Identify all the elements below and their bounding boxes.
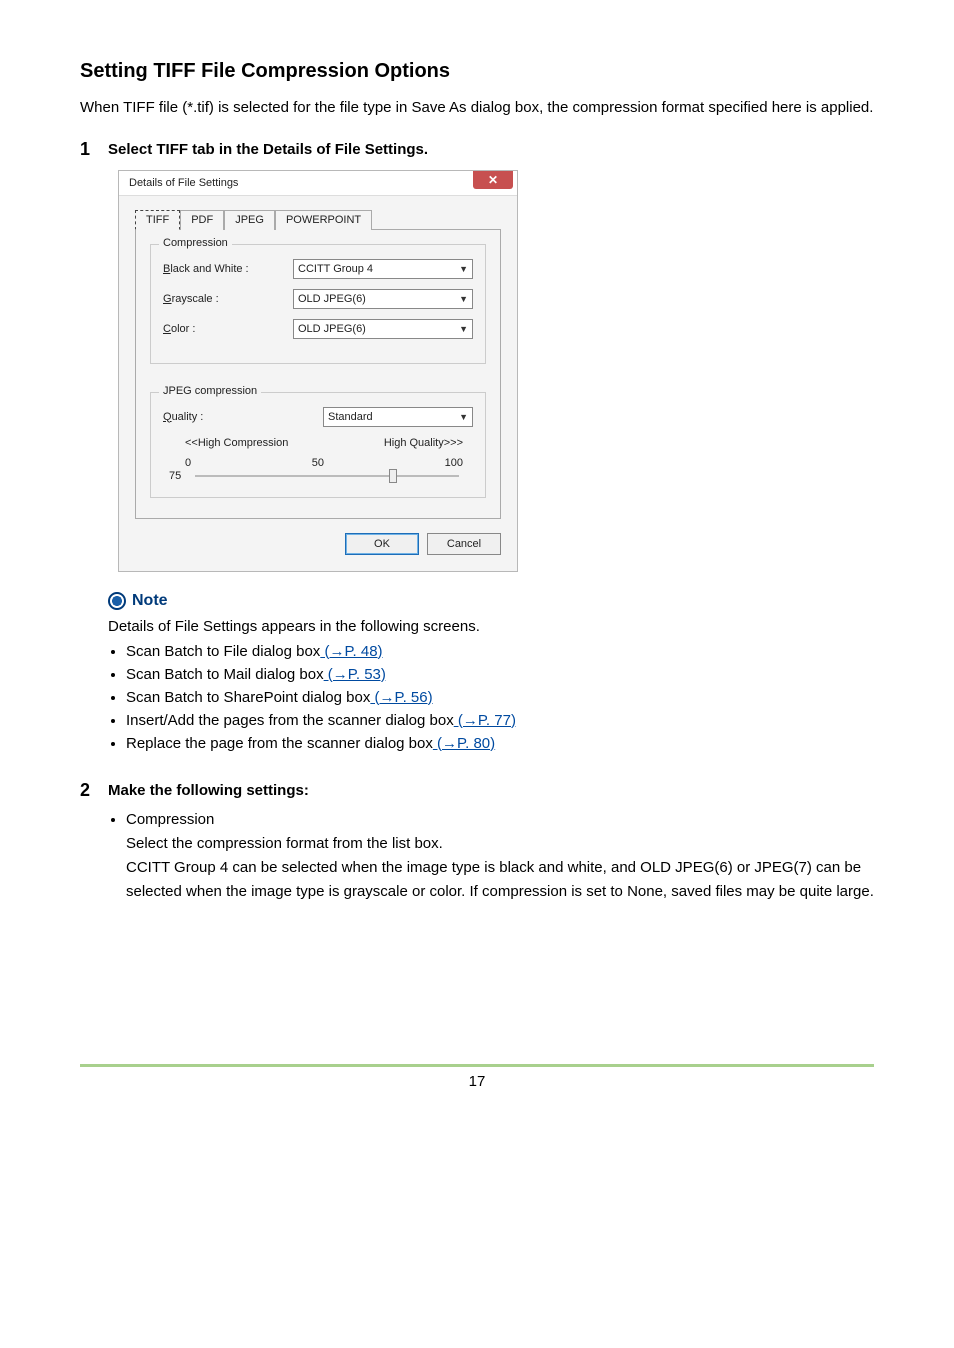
page-link[interactable]: (→P. 80) <box>433 735 495 752</box>
ok-button[interactable]: OK <box>345 533 419 555</box>
dropdown-arrow-icon: ▼ <box>459 264 468 274</box>
scale-50: 50 <box>312 457 324 469</box>
dropdown-arrow-icon: ▼ <box>459 294 468 304</box>
note-list: Scan Batch to File dialog box (→P. 48) S… <box>126 643 874 752</box>
compression-desc-1: Select the compression format from the l… <box>126 832 874 856</box>
step-2-number: 2 <box>80 780 108 801</box>
step-1-number: 1 <box>80 139 108 160</box>
color-select[interactable]: OLD JPEG(6) ▼ <box>293 319 473 339</box>
bw-select[interactable]: CCITT Group 4 ▼ <box>293 259 473 279</box>
color-select-value: OLD JPEG(6) <box>298 323 366 335</box>
gs-select-value: OLD JPEG(6) <box>298 293 366 305</box>
quality-select-value: Standard <box>328 411 373 423</box>
scale-0: 0 <box>185 457 191 469</box>
note-label: Note <box>132 592 168 610</box>
close-button[interactable]: ✕ <box>473 171 513 189</box>
hint-high-compression: <<High Compression <box>185 437 288 449</box>
slider-thumb[interactable] <box>389 469 397 483</box>
dialog-details-file-settings: Details of File Settings ✕ TIFF PDF JPEG… <box>118 170 518 572</box>
color-label: Color : <box>163 323 293 335</box>
intro-paragraph: When TIFF file (*.tif) is selected for t… <box>80 95 874 121</box>
list-item: Scan Batch to Mail dialog box (→P. 53) <box>126 666 874 683</box>
tab-pdf[interactable]: PDF <box>180 210 224 230</box>
list-item: Scan Batch to File dialog box (→P. 48) <box>126 643 874 660</box>
group-compression-legend: Compression <box>159 237 232 249</box>
list-item: Insert/Add the pages from the scanner di… <box>126 712 874 729</box>
page-link[interactable]: (→P. 48) <box>320 643 382 660</box>
page-heading: Setting TIFF File Compression Options <box>80 60 874 83</box>
page-link[interactable]: (→P. 56) <box>370 689 432 706</box>
bw-select-value: CCITT Group 4 <box>298 263 373 275</box>
quality-select[interactable]: Standard ▼ <box>323 407 473 427</box>
page-link[interactable]: (→P. 53) <box>324 666 386 683</box>
page-link[interactable]: (→P. 77) <box>454 712 516 729</box>
hint-high-quality: High Quality>>> <box>384 437 463 449</box>
compression-bullet: Compression <box>126 811 874 828</box>
group-jpeg-legend: JPEG compression <box>159 385 261 397</box>
note-text: Details of File Settings appears in the … <box>108 618 874 635</box>
page-number: 17 <box>0 1073 954 1110</box>
slider-value: 75 <box>169 470 191 482</box>
dialog-title: Details of File Settings <box>129 177 238 189</box>
step-1-title: Select TIFF tab in the Details of File S… <box>108 139 428 158</box>
scale-100: 100 <box>445 457 463 469</box>
close-icon: ✕ <box>488 173 498 187</box>
gs-select[interactable]: OLD JPEG(6) ▼ <box>293 289 473 309</box>
list-item: Replace the page from the scanner dialog… <box>126 735 874 752</box>
quality-slider[interactable] <box>195 475 459 477</box>
gs-label: Grayscale : <box>163 293 293 305</box>
tab-jpeg[interactable]: JPEG <box>224 210 275 230</box>
note-icon <box>108 592 126 610</box>
footer-divider <box>80 1064 874 1067</box>
tab-powerpoint[interactable]: POWERPOINT <box>275 210 372 230</box>
tab-tiff[interactable]: TIFF <box>135 210 180 230</box>
dropdown-arrow-icon: ▼ <box>459 412 468 422</box>
step-2-title: Make the following settings: <box>108 780 309 799</box>
dropdown-arrow-icon: ▼ <box>459 324 468 334</box>
quality-label: Quality : <box>163 411 293 423</box>
list-item: Scan Batch to SharePoint dialog box (→P.… <box>126 689 874 706</box>
cancel-button[interactable]: Cancel <box>427 533 501 555</box>
bw-label: Black and White : <box>163 263 293 275</box>
compression-desc-2: CCITT Group 4 can be selected when the i… <box>126 856 874 904</box>
